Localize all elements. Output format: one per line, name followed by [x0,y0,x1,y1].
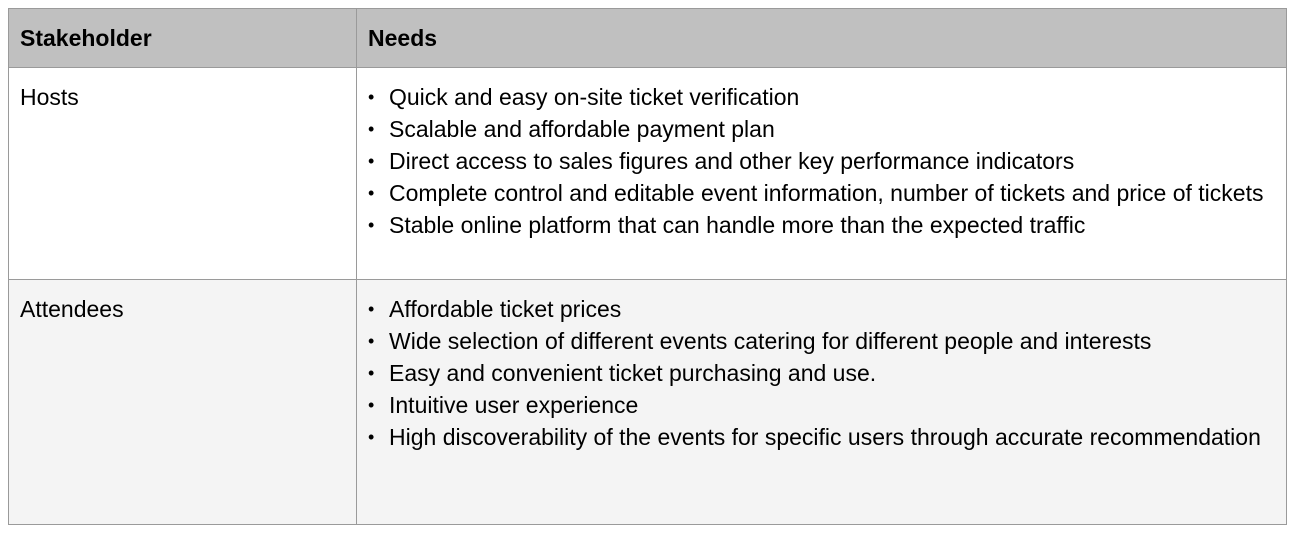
needs-cell: • Quick and easy on-site ticket verificat… [356,67,1287,280]
bullet-icon: • [368,119,375,139]
need-text: Easy and convenient ticket purchasing an… [389,360,877,386]
needs-list: • Affordable ticket prices • Wide selectio… [368,293,1278,453]
bullet-icon: • [368,87,375,107]
bullet-icon: • [368,215,375,235]
need-text: Direct access to sales figures and other… [389,148,1075,174]
table-row: Hosts • Quick and easy on-site ticket ver… [8,67,1287,280]
needs-cell: • Affordable ticket prices • Wide selectio… [356,279,1287,525]
list-item: • Easy and convenient ticket purchasing a… [368,357,1278,389]
bullet-icon: • [368,151,375,171]
need-text: Wide selection of different events cater… [389,328,1152,354]
header-stakeholder: Stakeholder [8,8,357,68]
bullet-icon: • [368,331,375,351]
need-text: Scalable and affordable payment plan [389,116,775,142]
needs-list: • Quick and easy on-site ticket verificat… [368,81,1278,241]
stakeholder-needs-table: Stakeholder Needs Hosts • Quick and easy … [8,8,1287,525]
list-item: • Stable online platform that can handle … [368,209,1278,241]
need-text: Complete control and editable event info… [389,180,1264,206]
table-row: Attendees • Affordable ticket prices • Wid… [8,279,1287,525]
bullet-icon: • [368,395,375,415]
header-needs: Needs [356,8,1287,68]
list-item: • Complete control and editable event inf… [368,177,1278,209]
need-text: Intuitive user experience [389,392,639,418]
stakeholder-cell: Attendees [8,279,357,525]
header-needs-label: Needs [368,24,438,51]
bullet-icon: • [368,299,375,319]
bullet-icon: • [368,363,375,383]
list-item: • Quick and easy on-site ticket verificat… [368,81,1278,113]
bullet-icon: • [368,183,375,203]
list-item: • Affordable ticket prices [368,293,1278,325]
list-item: • Intuitive user experience [368,389,1278,421]
need-text: High discoverability of the events for s… [389,424,1261,450]
list-item: • Wide selection of different events cate… [368,325,1278,357]
header-stakeholder-label: Stakeholder [20,24,152,51]
need-text: Stable online platform that can handle m… [389,212,1086,238]
list-item: • Scalable and affordable payment plan [368,113,1278,145]
list-item: • Direct access to sales figures and othe… [368,145,1278,177]
stakeholder-cell: Hosts [8,67,357,280]
table-header-row: Stakeholder Needs [8,8,1287,68]
need-text: Quick and easy on-site ticket verificati… [389,84,800,110]
need-text: Affordable ticket prices [389,296,622,322]
bullet-icon: • [368,427,375,447]
list-item: • High discoverability of the events for … [368,421,1278,453]
